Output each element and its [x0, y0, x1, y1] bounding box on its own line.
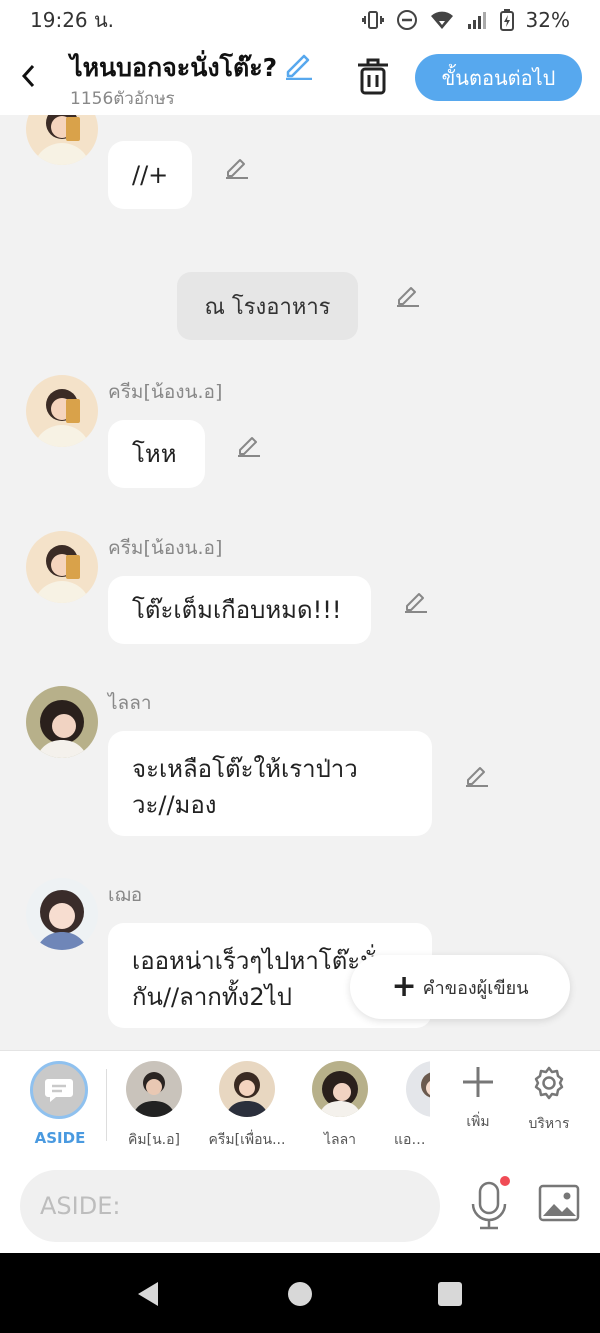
status-bar: 19:26 น. 32%	[0, 0, 600, 40]
back-button[interactable]	[14, 58, 42, 94]
character-name: คิม[น.อ]	[128, 1132, 180, 1148]
avatar[interactable]	[26, 375, 98, 447]
character-item[interactable]: คิม[น.อ]	[114, 1061, 194, 1151]
plus-icon: +	[391, 969, 417, 1004]
input-bar	[0, 1158, 600, 1253]
message-input[interactable]	[40, 1192, 420, 1220]
character-strip: ASIDE คิม[น.อ] ครีม[เพื่อน... ไลลา แอดเ.…	[0, 1050, 600, 1158]
pencil-icon[interactable]	[395, 283, 421, 307]
avatar	[126, 1061, 182, 1117]
divider	[106, 1069, 107, 1141]
android-nav-bar	[0, 1253, 600, 1333]
character-name: แอดเ...	[394, 1132, 430, 1148]
pencil-icon[interactable]	[236, 433, 262, 457]
chat-area: //+ ณ โรงอาหาร ครีม[น้องน.อ] โหห ครีม[น้…	[0, 115, 600, 1050]
speaker-name: ครีม[น้องน.อ]	[108, 381, 223, 403]
aside-label: ASIDE	[34, 1129, 86, 1147]
chevron-left-icon	[21, 64, 35, 88]
speaker-name: เฌอ	[108, 884, 143, 906]
writers-note-button[interactable]: + คำของผู้เขียน	[350, 955, 570, 1019]
message-text: โหห	[132, 440, 177, 468]
avatar[interactable]	[26, 115, 98, 165]
message-text: โต๊ะเต็มเกือบหมด!!!	[132, 596, 342, 624]
dnd-icon	[396, 10, 417, 30]
avatar	[312, 1061, 368, 1117]
message-text: //+	[132, 161, 169, 189]
nav-recents-icon[interactable]	[438, 1282, 462, 1306]
speaker-name: ครีม[น้องน.อ]	[108, 537, 223, 559]
recording-dot	[500, 1176, 510, 1186]
status-time: 19:26 น.	[30, 8, 115, 32]
nav-back-icon[interactable]	[136, 1281, 160, 1307]
message-text: จะเหลือโต๊ะให้เราป่าว วะ//มอง	[132, 755, 358, 819]
avatar	[219, 1061, 275, 1117]
character-item[interactable]: แอดเ...	[380, 1061, 430, 1151]
battery-percent: 32%	[525, 8, 570, 32]
trash-icon[interactable]	[354, 56, 392, 96]
message-bubble[interactable]: //+	[108, 141, 192, 209]
wifi-icon	[430, 11, 453, 29]
character-item[interactable]: ไลลา	[300, 1061, 380, 1151]
add-label: เพิ่ม	[466, 1114, 490, 1130]
character-count: 1156ตัวอักษร	[70, 89, 175, 109]
pencil-icon[interactable]	[464, 763, 490, 787]
character-item[interactable]: ครีม[เพื่อน...	[207, 1061, 287, 1151]
next-step-button[interactable]: ขั้นตอนต่อไป	[415, 54, 582, 101]
avatar[interactable]	[26, 531, 98, 603]
plus-icon	[463, 1067, 493, 1097]
image-icon[interactable]	[538, 1184, 580, 1222]
gear-icon	[534, 1066, 564, 1100]
aside-button[interactable]: ASIDE	[30, 1061, 90, 1147]
avatar[interactable]	[26, 878, 98, 950]
manage-button[interactable]: บริหาร	[517, 1065, 581, 1135]
edit-title-pencil-icon[interactable]	[282, 50, 314, 80]
header: ไหนบอกจะนั่งโต๊ะ? 1156ตัวอักษร ขั้นตอนต่…	[0, 40, 600, 115]
avatar	[406, 1061, 430, 1117]
chat-bubble-icon	[45, 1079, 73, 1102]
message-bubble[interactable]: โหห	[108, 420, 205, 488]
character-name: ไลลา	[323, 1132, 357, 1148]
manage-label: บริหาร	[528, 1116, 570, 1132]
character-name: ครีม[เพื่อน...	[208, 1132, 286, 1148]
message-bubble[interactable]: โต๊ะเต็มเกือบหมด!!!	[108, 576, 371, 644]
pencil-icon[interactable]	[224, 155, 250, 179]
status-icons: 32%	[361, 8, 570, 32]
writers-note-label: คำของผู้เขียน	[422, 977, 529, 999]
message-bubble[interactable]: จะเหลือโต๊ะให้เราป่าว วะ//มอง	[108, 731, 432, 836]
add-character-button[interactable]: เพิ่ม	[446, 1065, 510, 1133]
nav-home-icon[interactable]	[288, 1282, 312, 1306]
story-title[interactable]: ไหนบอกจะนั่งโต๊ะ?	[70, 48, 277, 88]
narration-text: ณ โรงอาหาร	[204, 294, 331, 320]
avatar[interactable]	[26, 686, 98, 758]
vibrate-icon	[361, 11, 384, 29]
narration-bubble[interactable]: ณ โรงอาหาร	[177, 272, 358, 340]
pencil-icon[interactable]	[403, 589, 429, 613]
signal-icon	[467, 12, 486, 29]
microphone-icon[interactable]	[468, 1180, 510, 1232]
aside-circle	[30, 1061, 88, 1119]
battery-icon	[499, 9, 514, 31]
message-input-container	[20, 1170, 440, 1242]
speaker-name: ไลลา	[108, 692, 152, 714]
